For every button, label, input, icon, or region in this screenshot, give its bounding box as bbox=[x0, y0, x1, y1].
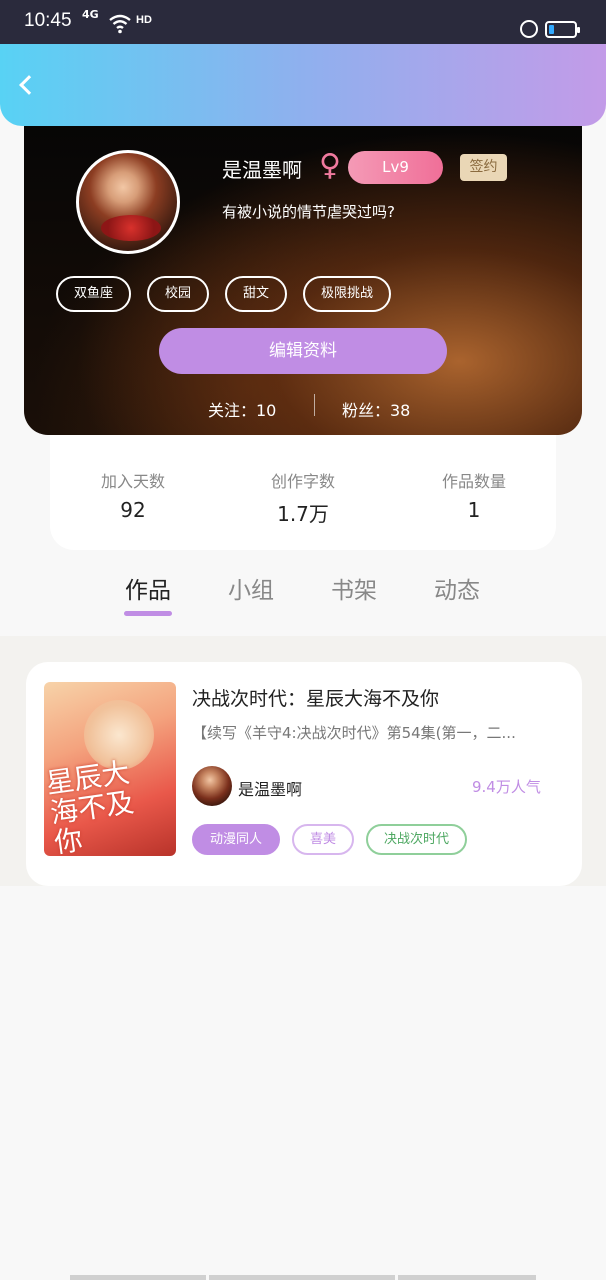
profile-tabs: 作品 小组 书架 动态 bbox=[0, 565, 606, 635]
profile-tags: 双鱼座 校园 甜文 极限挑战 bbox=[56, 276, 392, 312]
top-header bbox=[0, 44, 606, 126]
following-count[interactable]: 关注：10 bbox=[208, 397, 276, 421]
battery-icon bbox=[545, 21, 580, 38]
stat-value: 1 bbox=[467, 498, 481, 522]
work-tag[interactable]: 决战次时代 bbox=[366, 824, 468, 855]
signal-icon: 4G bbox=[82, 8, 99, 21]
profile-card: 是温墨啊 ♀ Lv9 签约 有被小说的情节虐哭过吗? 双鱼座 校园 甜文 极限挑… bbox=[24, 100, 582, 435]
stat-label: 作品数量 bbox=[441, 472, 506, 491]
tab-activity[interactable]: 动态 bbox=[422, 571, 492, 605]
hd-icon: HD bbox=[136, 14, 152, 26]
divider bbox=[314, 394, 315, 416]
stat-value: 92 bbox=[120, 498, 146, 522]
profile-tag[interactable]: 甜文 bbox=[225, 276, 288, 312]
work-description: 【续写《羊守4:决战次时代》第54集(第一，二... bbox=[192, 724, 516, 742]
stat-word-count: 创作字数 1.7万 bbox=[238, 468, 368, 527]
work-popularity: 9.4万人气 bbox=[472, 778, 541, 796]
edit-profile-button[interactable]: 编辑资料 bbox=[159, 328, 447, 374]
profile-tag[interactable]: 双鱼座 bbox=[56, 276, 132, 312]
work-author[interactable]: 是温墨啊 bbox=[238, 776, 302, 800]
works-list: 星辰大海不及你 决战次时代：星辰大海不及你 【续写《羊守4:决战次时代》第54集… bbox=[0, 636, 606, 886]
stat-join-days: 加入天数 92 bbox=[68, 468, 198, 522]
alarm-icon bbox=[520, 20, 538, 38]
author-avatar[interactable] bbox=[192, 766, 232, 806]
profile-motto: 有被小说的情节虐哭过吗? bbox=[222, 203, 395, 221]
work-tags: 动漫同人 喜美 决战次时代 bbox=[192, 824, 468, 855]
nav-bar-segment bbox=[70, 1275, 206, 1280]
stat-label: 加入天数 bbox=[100, 472, 165, 491]
profile-tag[interactable]: 极限挑战 bbox=[303, 276, 392, 312]
stat-works-count: 作品数量 1 bbox=[409, 468, 539, 522]
stat-label: 创作字数 bbox=[270, 472, 335, 491]
wifi-icon bbox=[109, 14, 131, 34]
status-bar: 10:45 4G HD bbox=[0, 0, 606, 44]
level-badge: Lv9 bbox=[348, 151, 443, 184]
tab-groups[interactable]: 小组 bbox=[216, 571, 286, 605]
work-tag[interactable]: 动漫同人 bbox=[192, 824, 281, 855]
work-card[interactable]: 星辰大海不及你 决战次时代：星辰大海不及你 【续写《羊守4:决战次时代》第54集… bbox=[26, 662, 582, 886]
avatar[interactable] bbox=[76, 150, 180, 254]
chevron-left-icon[interactable] bbox=[19, 75, 39, 95]
cover-title: 星辰大海不及你 bbox=[44, 755, 136, 856]
stats-card: 加入天数 92 创作字数 1.7万 作品数量 1 bbox=[50, 420, 556, 550]
female-gender-icon: ♀ bbox=[319, 148, 341, 183]
nav-bar-segment bbox=[209, 1275, 395, 1280]
tab-works[interactable]: 作品 bbox=[113, 571, 183, 605]
work-title[interactable]: 决战次时代：星辰大海不及你 bbox=[192, 684, 439, 711]
signed-badge: 签约 bbox=[460, 154, 507, 181]
profile-page: 10:45 4G HD 是温墨啊 ♀ Lv9 签约 有被小说的情节虐哭过吗? 双… bbox=[0, 0, 606, 1280]
book-cover[interactable]: 星辰大海不及你 bbox=[44, 682, 176, 856]
tab-bookshelf[interactable]: 书架 bbox=[319, 571, 389, 605]
profile-tag[interactable]: 校园 bbox=[147, 276, 210, 312]
stat-value: 1.7万 bbox=[277, 502, 329, 526]
username: 是温墨啊 bbox=[222, 158, 302, 182]
nav-bar-segment bbox=[398, 1275, 536, 1280]
fans-count[interactable]: 粉丝：38 bbox=[342, 397, 410, 421]
active-tab-indicator bbox=[124, 611, 172, 616]
work-tag[interactable]: 喜美 bbox=[292, 824, 355, 855]
status-time: 10:45 bbox=[24, 10, 72, 31]
